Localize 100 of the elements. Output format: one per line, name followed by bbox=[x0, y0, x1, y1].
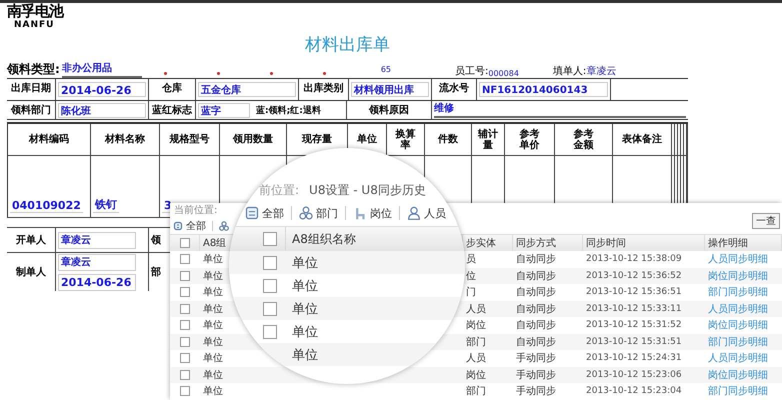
table-cell-text: 单位 bbox=[291, 346, 318, 364]
checkbox[interactable] bbox=[263, 302, 277, 316]
field-label: 员工号: bbox=[455, 65, 488, 78]
field-label: 领料原因 bbox=[347, 101, 432, 119]
toolbar-button[interactable]: 全部 bbox=[186, 218, 206, 232]
query-button[interactable]: 一查 bbox=[752, 212, 780, 228]
column-header: 材料编码 bbox=[8, 124, 91, 156]
group-icon bbox=[299, 206, 313, 220]
table-cell-text: 员 bbox=[466, 253, 476, 266]
input-field[interactable]: 材料领用出库 bbox=[351, 82, 429, 97]
table-cell-text: 单位 bbox=[203, 352, 223, 366]
column-header: 参考金额 bbox=[573, 128, 594, 150]
field-label: 领料部门 bbox=[7, 101, 56, 119]
toolbar-button[interactable]: 人员 bbox=[424, 206, 446, 220]
detail-link[interactable]: 人员同步明细 bbox=[708, 351, 768, 366]
breadcrumb: 前位置: bbox=[259, 182, 300, 198]
breadcrumb: 当前位置: bbox=[174, 204, 218, 217]
table-cell: 铁钉 bbox=[93, 197, 119, 213]
table-cell: 040109022 bbox=[10, 199, 83, 213]
input-field[interactable]: NF1612014060143 bbox=[479, 82, 608, 97]
table-cell-text: 自动同步 bbox=[516, 336, 556, 349]
table-cell-text: 自动同步 bbox=[516, 286, 556, 300]
checkbox[interactable] bbox=[263, 232, 277, 246]
field-label: 出库类别 bbox=[299, 79, 349, 100]
table-cell: 2013-10-12 15:23:06 bbox=[586, 370, 682, 380]
table-cell-text: 位 bbox=[466, 270, 476, 283]
dot-icon bbox=[322, 72, 326, 75]
table-cell-text: 自动同步 bbox=[516, 302, 556, 316]
table-cell: 2013-10-12 15:33:11 bbox=[586, 304, 682, 314]
field-label: 开单人 bbox=[7, 228, 56, 252]
toolbar-button[interactable]: 岗位 bbox=[370, 206, 392, 220]
column-header: 领用数量 bbox=[220, 124, 287, 156]
input-field[interactable]: 2014-06-26 bbox=[58, 274, 136, 290]
checkbox[interactable] bbox=[180, 287, 190, 298]
input-field[interactable]: 章凌云 bbox=[58, 232, 136, 248]
detail-link[interactable]: 部门同步明细 bbox=[708, 384, 768, 398]
checkbox[interactable] bbox=[180, 386, 190, 396]
input-field[interactable]: 蓝字 bbox=[198, 102, 250, 118]
field-label: 仓库 bbox=[149, 79, 196, 100]
checkbox[interactable] bbox=[180, 270, 190, 281]
input-field[interactable]: 2014-06-26 bbox=[58, 82, 146, 97]
checkbox[interactable] bbox=[180, 254, 190, 264]
dot-icon bbox=[270, 72, 273, 75]
field-value: 000084 bbox=[488, 69, 519, 78]
checkbox[interactable] bbox=[180, 370, 190, 380]
checkbox[interactable] bbox=[180, 238, 190, 248]
table-cell: 2013-10-12 15:23:04 bbox=[586, 386, 682, 396]
brand-name: 南孚电池 bbox=[7, 3, 63, 20]
input-field[interactable]: 五金仓库 bbox=[198, 82, 296, 97]
dot-icon bbox=[216, 72, 220, 75]
detail-link[interactable]: 部门同步明细 bbox=[708, 285, 768, 300]
column-header: 步实体 bbox=[466, 236, 496, 250]
list-icon bbox=[245, 206, 259, 220]
checkbox[interactable] bbox=[180, 320, 190, 330]
table-cell-text: 自动同步 bbox=[516, 318, 556, 332]
input-field[interactable]: 章凌云 bbox=[58, 254, 136, 270]
table-cell-text: 手动同步 bbox=[516, 352, 556, 366]
toolbar-button[interactable]: 全部 bbox=[262, 206, 284, 220]
table-cell-text: 岗位 bbox=[466, 368, 486, 382]
table-cell: 2013-10-12 15:31:51 bbox=[586, 336, 682, 347]
column-header: 规格型号 bbox=[160, 124, 220, 156]
checkbox[interactable] bbox=[263, 324, 277, 338]
detail-link[interactable]: 人员同步明细 bbox=[708, 252, 768, 266]
table-cell-text: 单位 bbox=[203, 286, 223, 300]
checkbox[interactable] bbox=[180, 353, 190, 364]
field-value: 维修 bbox=[434, 102, 686, 118]
table-cell: 2013-10-12 15:24:31 bbox=[586, 353, 682, 364]
table-cell-text: 人员 bbox=[466, 302, 486, 316]
table-cell-text: 单位 bbox=[291, 254, 318, 272]
checkbox[interactable] bbox=[180, 304, 190, 314]
brand-logo: NANFU bbox=[14, 20, 54, 31]
table-cell-text: 自动同步 bbox=[516, 270, 556, 283]
checkbox[interactable] bbox=[263, 256, 277, 270]
form-title: 材料出库单 bbox=[305, 34, 390, 56]
field-label: 填单人: bbox=[552, 64, 586, 78]
table-cell-text: 自动同步 bbox=[516, 252, 556, 266]
user-icon bbox=[407, 206, 421, 220]
list-icon bbox=[173, 220, 183, 230]
table-cell-text: 手动同步 bbox=[516, 384, 556, 398]
table-cell: 2013-10-12 15:31:52 bbox=[586, 320, 682, 330]
column-header: 材料名称 bbox=[91, 124, 160, 156]
table-cell-text: 单位 bbox=[203, 270, 223, 283]
field-label: 流水号 bbox=[432, 79, 477, 100]
input-field[interactable]: 陈化班 bbox=[58, 102, 146, 118]
field-label: 部 bbox=[151, 266, 161, 279]
field-value: 非办公用品 bbox=[62, 61, 142, 78]
column-header: A8组 bbox=[203, 237, 226, 250]
detail-link[interactable]: 岗位同步明细 bbox=[708, 318, 768, 332]
field-label: 蓝红标志 bbox=[149, 101, 196, 119]
column-header: 辅计量 bbox=[478, 128, 498, 150]
checkbox[interactable] bbox=[263, 278, 277, 292]
column-header: A8组织名称 bbox=[291, 230, 356, 248]
table-cell-text: 岗位 bbox=[466, 318, 486, 332]
chair-icon bbox=[353, 206, 367, 220]
checkbox[interactable] bbox=[180, 336, 190, 347]
toolbar-button[interactable]: 部门 bbox=[316, 206, 338, 220]
table-cell-text: 手动同步 bbox=[516, 368, 556, 382]
table-cell-text: 单位 bbox=[203, 368, 223, 382]
column-header: 操作明细 bbox=[708, 237, 748, 250]
hint-text: 蓝:领料;红:退料 bbox=[256, 104, 321, 116]
